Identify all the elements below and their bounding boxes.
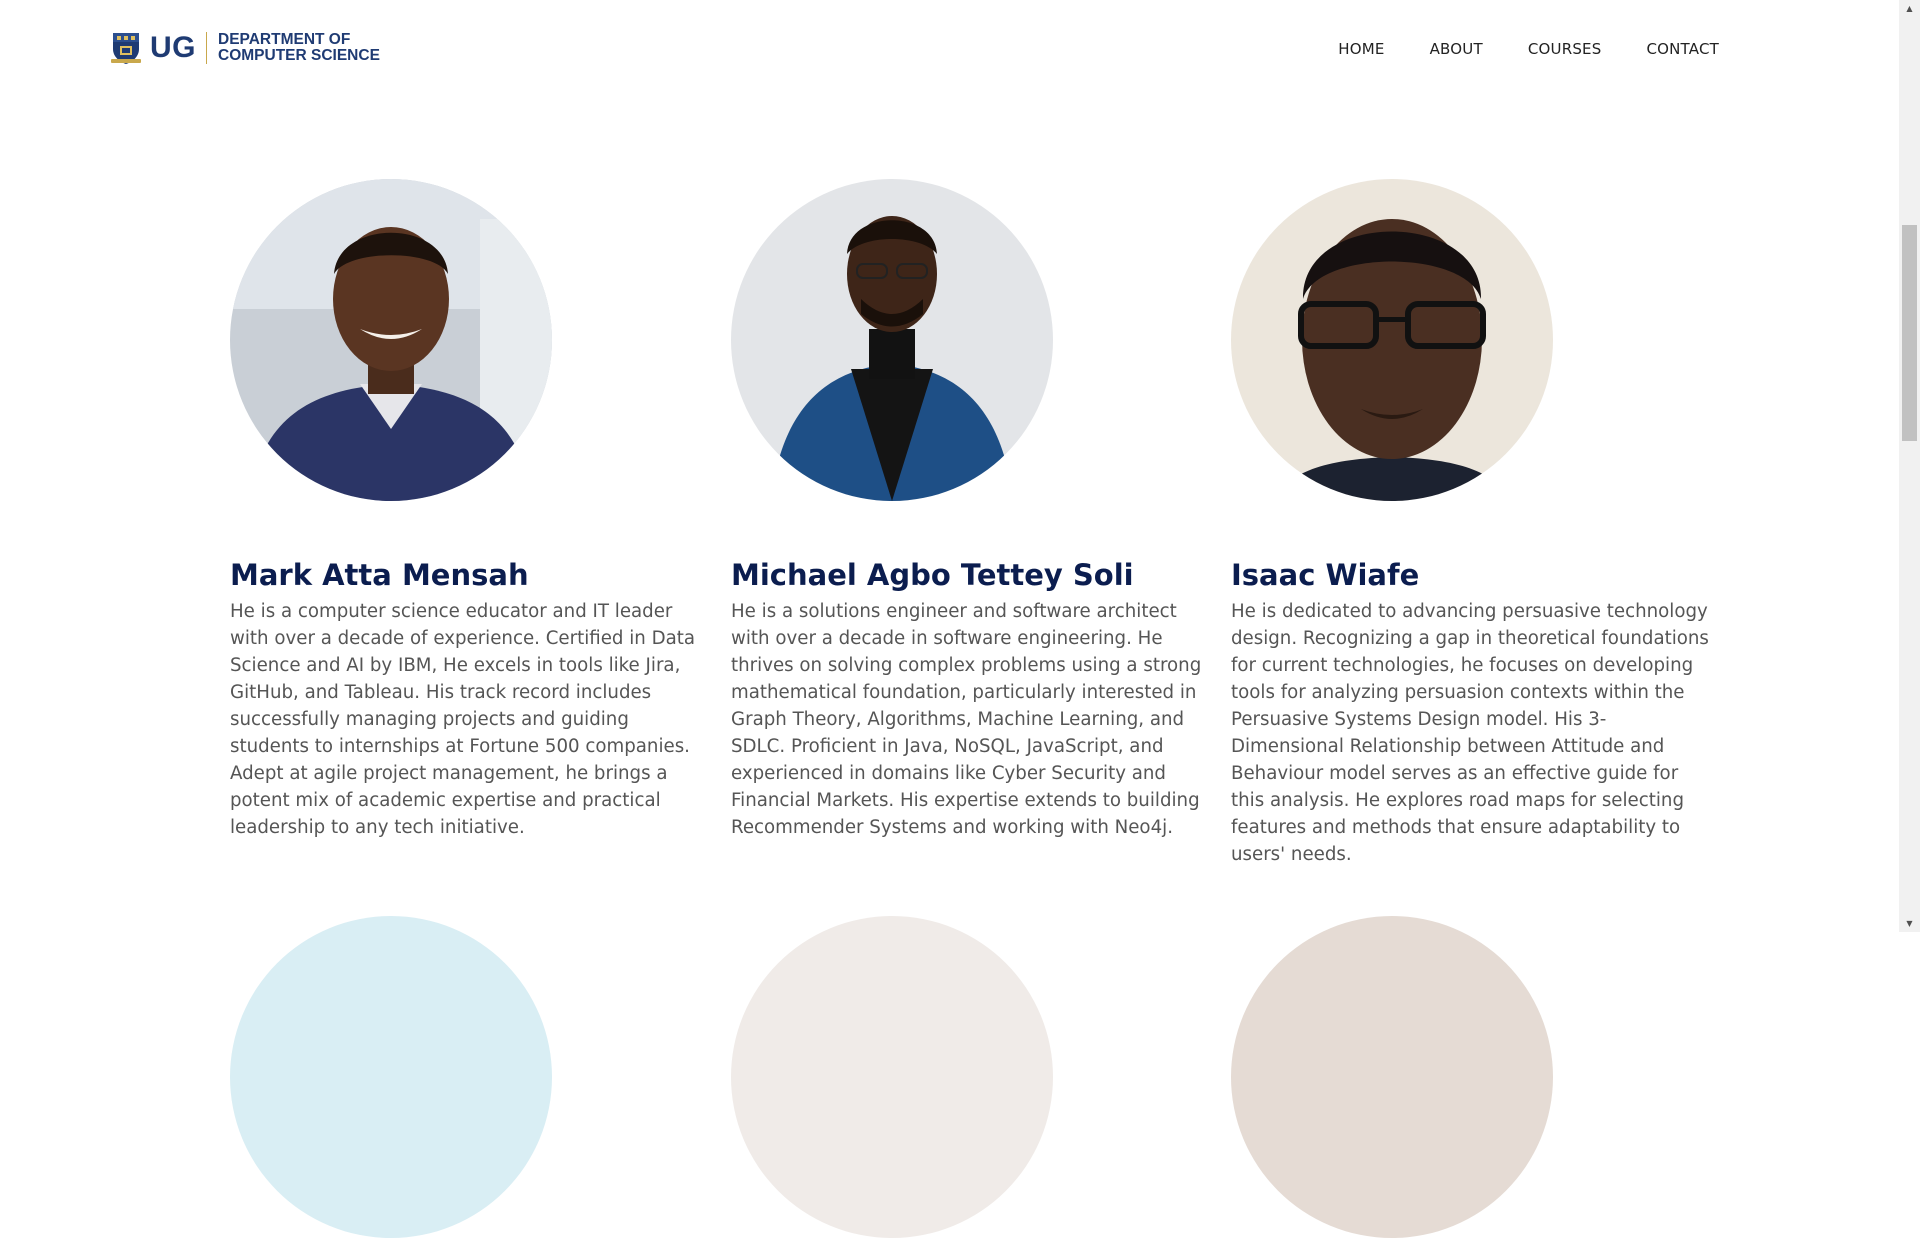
faculty-card: Mark Atta Mensah He is a computer scienc…: [230, 179, 710, 841]
nav-home[interactable]: HOME: [1338, 40, 1384, 58]
faculty-photo: [230, 916, 552, 1238]
faculty-bio: He is a computer science educator and IT…: [230, 601, 696, 838]
faculty-photo: [731, 916, 1053, 1238]
logo-divider: [206, 32, 207, 64]
faculty-photo: [731, 179, 1053, 501]
faculty-name: Mark Atta Mensah: [230, 558, 529, 592]
site-header: UG DEPARTMENT OF COMPUTER SCIENCE HOME A…: [0, 0, 1899, 98]
faculty-photo: [230, 179, 552, 501]
main-nav: HOME ABOUT COURSES CONTACT: [1338, 40, 1719, 58]
nav-contact[interactable]: CONTACT: [1646, 40, 1719, 58]
scrollbar-thumb[interactable]: [1902, 225, 1917, 441]
logo-line-2: COMPUTER SCIENCE: [218, 47, 380, 64]
logo-department-name: DEPARTMENT OF COMPUTER SCIENCE: [218, 32, 380, 64]
logo-short-text: UG: [150, 31, 196, 64]
faculty-card: Isaac Wiafe He is dedicated to advancing…: [1231, 179, 1711, 868]
logo-line-1: DEPARTMENT OF: [218, 31, 351, 48]
faculty-photo: [1231, 916, 1553, 1238]
faculty-photo: [1231, 179, 1553, 501]
faculty-card: Michael Agbo Tettey Soli He is a solutio…: [731, 179, 1211, 841]
nav-about[interactable]: ABOUT: [1430, 40, 1483, 58]
department-logo[interactable]: UG DEPARTMENT OF COMPUTER SCIENCE: [110, 30, 380, 66]
faculty-name: Isaac Wiafe: [1231, 558, 1420, 592]
faculty-name: Michael Agbo Tettey Soli: [731, 558, 1134, 592]
faculty-bio: He is a solutions engineer and software …: [731, 601, 1202, 838]
nav-courses[interactable]: COURSES: [1528, 40, 1602, 58]
scroll-down-arrow-icon[interactable]: ▼: [1899, 915, 1920, 932]
scroll-up-arrow-icon[interactable]: ▲: [1899, 0, 1920, 17]
university-crest-icon: [111, 33, 141, 64]
page-scrollbar[interactable]: ▲ ▼: [1899, 0, 1920, 932]
faculty-bio: He is dedicated to advancing persuasive …: [1231, 601, 1709, 865]
